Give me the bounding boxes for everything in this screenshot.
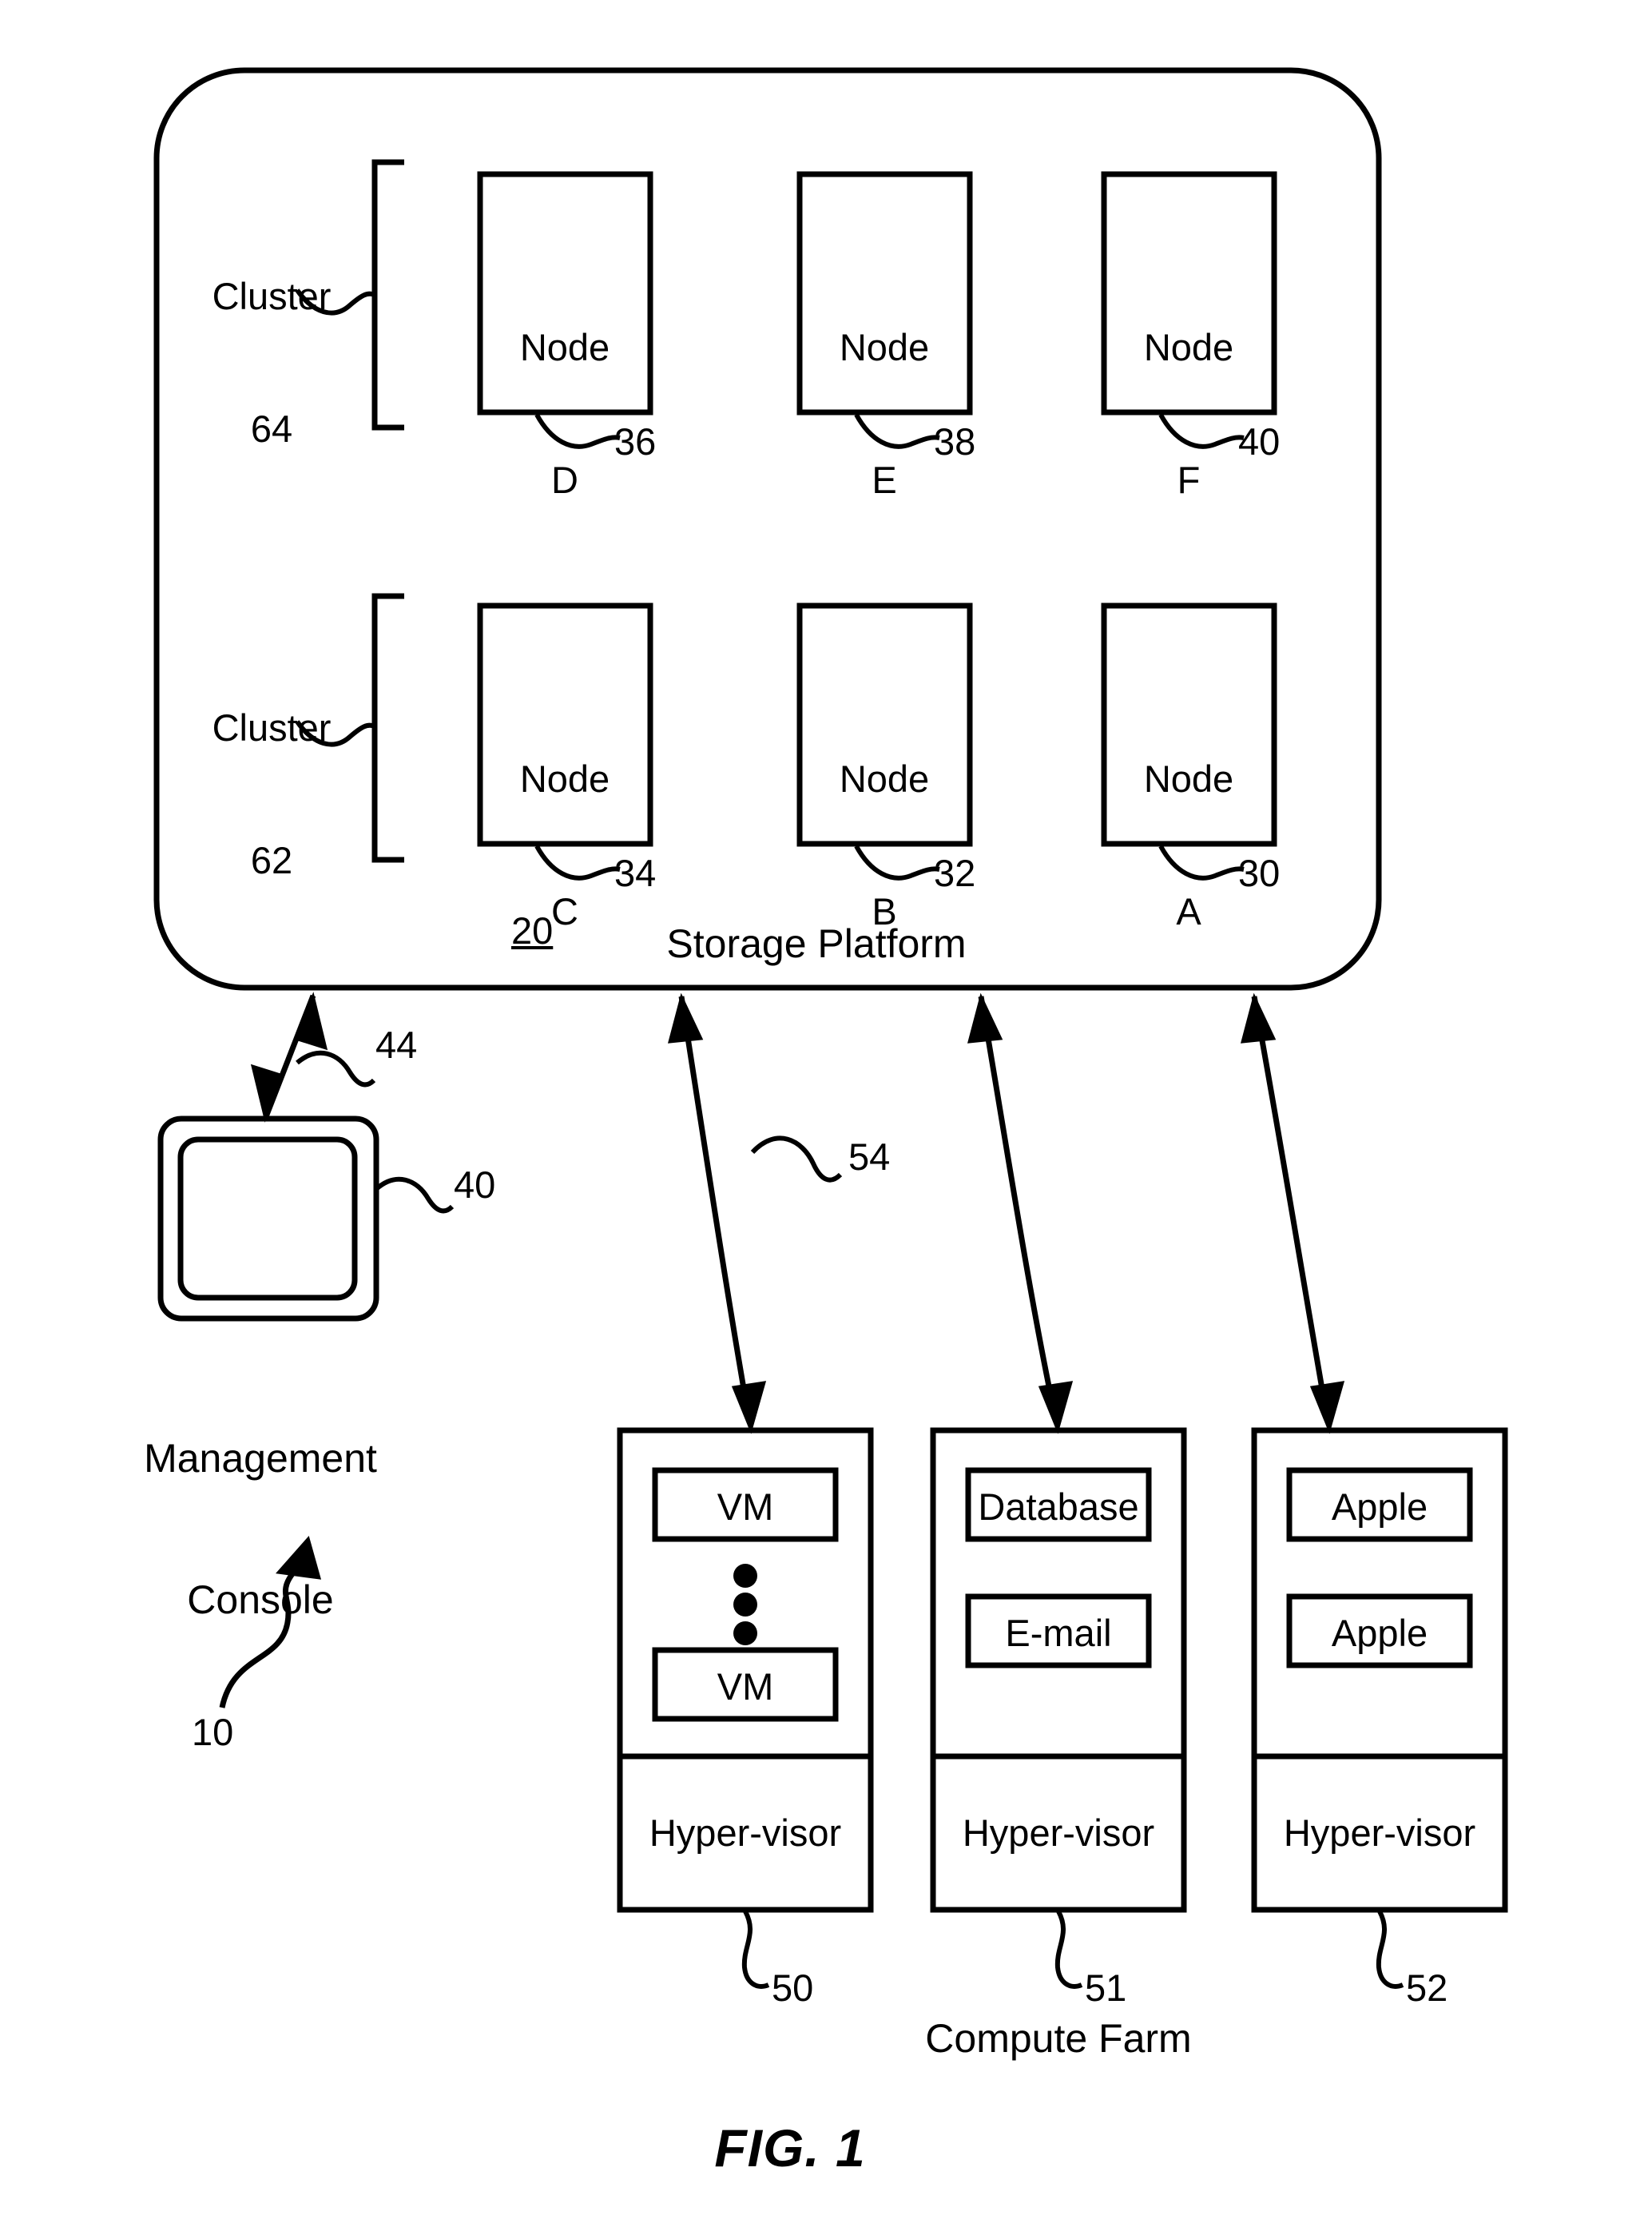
- server-52-ref: 52: [1406, 1967, 1448, 2009]
- ellipsis-dot: [733, 1593, 757, 1617]
- cluster-64-ref: 64: [250, 408, 293, 451]
- server-51-ref: 51: [1085, 1967, 1127, 2009]
- node-d-line1: Node: [519, 325, 610, 368]
- management-console-ref: 40: [454, 1163, 496, 1206]
- cluster-64-label: Cluster 64: [212, 185, 332, 540]
- server-50-ref: 50: [772, 1967, 814, 2009]
- figure-caption: FIG. 1: [714, 2118, 866, 2177]
- node-d-label: Node D: [520, 237, 610, 591]
- node-b-label: Node B: [840, 668, 929, 1023]
- management-console-label: Management Console: [144, 1341, 377, 1718]
- ellipsis-dot: [733, 1621, 757, 1645]
- node-f-label: Node F: [1144, 237, 1233, 591]
- node-a-line2: A: [1176, 890, 1201, 933]
- server-51-app-0-label: Database: [978, 1485, 1139, 1528]
- ellipsis-dot: [733, 1564, 757, 1588]
- patent-figure: Cluster 64 Cluster 62 Node D 36 Node E 3…: [0, 0, 1652, 2231]
- leader-54: [750, 1135, 843, 1183]
- link-54-arrowhead-up: [667, 992, 704, 1044]
- cluster-64-bracket: [371, 159, 404, 431]
- node-a-line1: Node: [1143, 757, 1234, 800]
- management-console-inner: [177, 1136, 358, 1301]
- management-console-line2: Console: [187, 1577, 334, 1622]
- node-f-line2: F: [1177, 459, 1201, 502]
- node-c-label: Node C: [520, 668, 610, 1023]
- leader-44: [296, 1050, 376, 1088]
- server-51-hypervisor-label: Hyper-visor: [962, 1811, 1155, 1854]
- storage-platform-title: Storage Platform: [666, 921, 967, 966]
- cluster-62-label: Cluster 62: [212, 617, 332, 972]
- link-54-line: [678, 996, 753, 1422]
- server-50-app-1-label: VM: [717, 1665, 774, 1708]
- server-50-app-0-label: VM: [717, 1485, 774, 1528]
- node-a-ref: 30: [1238, 852, 1281, 894]
- cluster-64-name: Cluster: [212, 274, 332, 317]
- link-51-arrowhead-up: [967, 992, 1003, 1044]
- link-52-arrowhead-down: [1309, 1381, 1345, 1434]
- node-f-ref: 40: [1238, 420, 1281, 463]
- node-e-ref: 38: [934, 420, 976, 463]
- leader-console-40: [375, 1176, 455, 1214]
- node-f-line1: Node: [1143, 325, 1234, 368]
- link-51-arrowhead-down: [1038, 1381, 1074, 1434]
- link-52-arrowhead-up: [1240, 992, 1277, 1044]
- link-server-51-line: [978, 996, 1059, 1422]
- link-54-arrowhead-down: [731, 1381, 767, 1434]
- node-b-ref: 32: [934, 852, 976, 894]
- cluster-62-bracket: [371, 593, 404, 863]
- node-c-line1: Node: [519, 757, 610, 800]
- link-54-ref: 54: [848, 1135, 891, 1178]
- node-b-line1: Node: [839, 757, 930, 800]
- management-console-line1: Management: [144, 1436, 377, 1481]
- node-e-label: Node E: [840, 237, 929, 591]
- node-e-line1: Node: [839, 325, 930, 368]
- node-d-line2: D: [551, 459, 578, 502]
- overall-figure-ref: 10: [192, 1711, 234, 1753]
- server-52-app-1-label: Apple: [1331, 1612, 1428, 1654]
- node-e-line2: E: [872, 459, 897, 502]
- link-44-ref: 44: [375, 1024, 418, 1066]
- storage-platform-ref: 20: [511, 909, 554, 952]
- node-d-ref: 36: [614, 420, 657, 463]
- management-console-outer: [157, 1116, 379, 1322]
- node-c-ref: 34: [614, 852, 657, 894]
- cluster-62-name: Cluster: [212, 706, 332, 749]
- leader-52: [1376, 1910, 1404, 1989]
- leader-50: [741, 1910, 770, 1989]
- server-51-app-1-label: E-mail: [1005, 1612, 1112, 1654]
- server-50-hypervisor-label: Hyper-visor: [649, 1811, 842, 1854]
- compute-farm-title: Compute Farm: [925, 2016, 1192, 2061]
- server-52-app-0-label: Apple: [1331, 1485, 1428, 1528]
- server-52-hypervisor-label: Hyper-visor: [1283, 1811, 1476, 1854]
- link-server-52-line: [1251, 996, 1331, 1422]
- leader-51: [1054, 1910, 1083, 1989]
- cluster-62-ref: 62: [250, 839, 293, 882]
- node-a-label: Node A: [1144, 668, 1233, 1023]
